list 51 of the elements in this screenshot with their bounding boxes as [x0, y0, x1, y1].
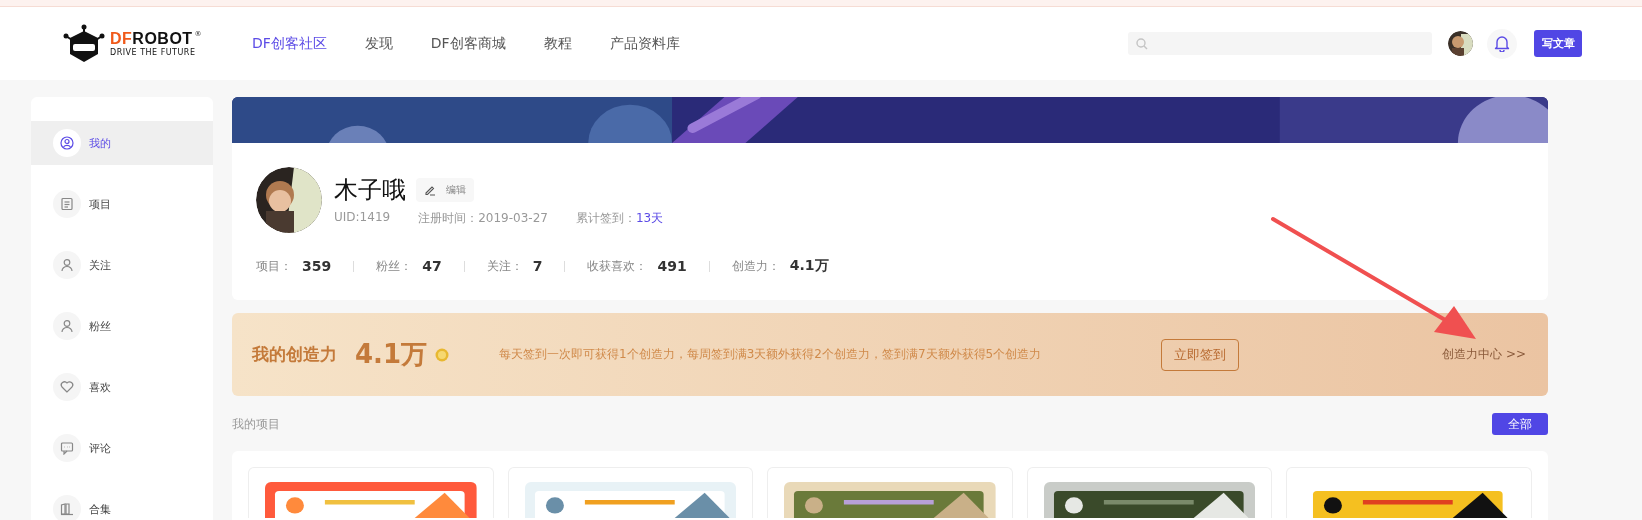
sidebar-item[interactable]: 喜欢	[31, 365, 213, 409]
write-article-button[interactable]: 写文章	[1534, 30, 1582, 57]
logo-wordmark: DFROBOT	[110, 30, 193, 48]
sidebar-item[interactable]: 评论	[31, 426, 213, 470]
bell-icon	[1494, 35, 1510, 52]
user-icon	[60, 258, 74, 272]
notification-button[interactable]	[1487, 28, 1517, 59]
nav-link[interactable]: DF创客商城	[430, 34, 506, 53]
sidebar-item[interactable]: 关注	[31, 243, 213, 287]
view-all-button[interactable]: 全部	[1492, 413, 1548, 435]
coin-icon	[435, 347, 450, 362]
logo-tagline: DRIVE THE FUTURE	[110, 48, 197, 57]
edit-button[interactable]: 编辑	[416, 177, 474, 202]
creativity-center-link[interactable]: 创造力中心 >>	[1442, 346, 1526, 363]
creativity-description: 每天签到一次即可获得1个创造力，每周签到满3天额外获得2个创造力，签到满7天额外获得5个创造力	[499, 346, 1043, 363]
document-icon	[60, 197, 74, 211]
user-id: UID:1419	[334, 209, 391, 226]
sidebar-item[interactable]: 粉丝	[31, 304, 213, 348]
stat-value: 7	[532, 258, 543, 274]
heart-icon	[60, 380, 74, 394]
registration-date: 注册时间：2019-03-27	[418, 209, 548, 227]
stat-value: 4.1万	[789, 257, 829, 275]
nav-link[interactable]: 教程	[543, 34, 572, 53]
creativity-value: 4.1万	[355, 338, 428, 371]
comment-icon	[60, 441, 74, 455]
stat-label: 收获喜欢：	[587, 257, 648, 275]
section-title: 我的项目	[232, 415, 280, 433]
sidebar-item[interactable]: 我的	[31, 121, 213, 165]
user-icon	[60, 319, 74, 333]
stat-label: 项目：	[256, 257, 292, 275]
sidebar-item[interactable]: 合集	[31, 487, 213, 520]
book-icon	[60, 502, 74, 516]
stat-label: 粉丝：	[376, 257, 413, 275]
stat-value: 491	[657, 258, 687, 274]
stat-label: 创造力：	[731, 257, 780, 275]
nav-link[interactable]: DF创客社区	[252, 34, 327, 53]
nav-link[interactable]: 产品资料库	[609, 34, 680, 53]
robot-logo-icon	[62, 23, 106, 64]
sidebar-item[interactable]: 项目	[31, 182, 213, 226]
user-icon	[60, 136, 74, 150]
creativity-title: 我的创造力	[252, 343, 337, 366]
project-card[interactable]	[1286, 467, 1532, 518]
project-card[interactable]	[1026, 467, 1273, 518]
nav-link[interactable]: 发现	[364, 34, 393, 53]
search-icon	[1136, 37, 1148, 50]
checkin-total: 累计签到：13天	[575, 209, 664, 227]
user-name: 木子哦	[334, 174, 406, 206]
stat-value: 359	[302, 258, 332, 274]
search-field[interactable]	[1128, 32, 1432, 55]
stat-value: 47	[422, 258, 442, 274]
stat-label: 关注：	[486, 257, 523, 275]
